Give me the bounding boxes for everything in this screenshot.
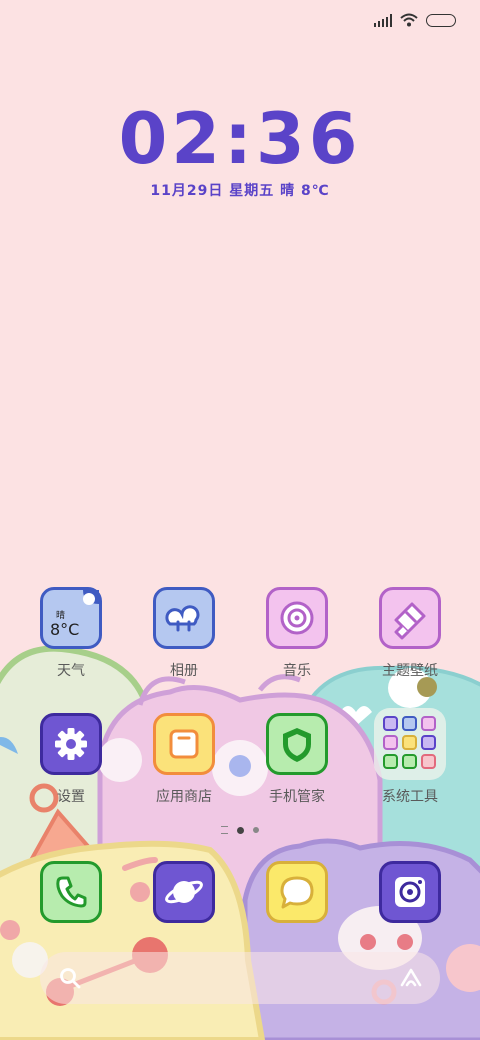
camera-icon (379, 861, 441, 923)
app-label: 应用商店 (156, 789, 212, 805)
signal-icon (374, 13, 392, 27)
clock-date[interactable]: 11月29日 星期五 晴 8℃ (0, 180, 480, 200)
app-music[interactable]: 音乐 (247, 587, 347, 697)
app-label: 手机管家 (269, 789, 325, 805)
app-label: 主题壁纸 (382, 663, 438, 679)
page-indicator[interactable] (0, 826, 480, 834)
app-weather[interactable]: 晴 8°C 天气 (21, 587, 121, 697)
weather-widget-temp: 8°C (50, 620, 80, 639)
folder-system-tools[interactable]: 系统工具 (360, 708, 460, 818)
assistant-icon[interactable] (398, 965, 424, 991)
status-bar (374, 10, 456, 30)
weather-icon: 晴 8°C (40, 587, 102, 649)
page-dot (253, 827, 259, 833)
shield-icon (266, 713, 328, 775)
app-label: 设置 (57, 789, 85, 805)
app-store[interactable]: 应用商店 (134, 713, 234, 823)
app-themes[interactable]: 主题壁纸 (360, 587, 460, 697)
gallery-icon (153, 587, 215, 649)
folder-icon (374, 708, 446, 780)
page-indicator-list-icon (221, 826, 228, 834)
paint-brush-icon (379, 587, 441, 649)
app-label: 系统工具 (382, 789, 438, 805)
page-dot-active (237, 826, 244, 834)
search-icon (60, 968, 81, 989)
app-label: 音乐 (283, 663, 311, 679)
app-settings[interactable]: 设置 (21, 713, 121, 823)
app-security[interactable]: 手机管家 (247, 713, 347, 823)
battery-icon (426, 13, 456, 27)
search-bar[interactable] (40, 952, 440, 1004)
app-label: 天气 (57, 663, 85, 679)
gear-icon (40, 713, 102, 775)
app-gallery[interactable]: 相册 (134, 587, 234, 697)
app-label: 相册 (170, 663, 198, 679)
wifi-icon (400, 13, 418, 27)
music-icon (266, 587, 328, 649)
message-icon (266, 861, 328, 923)
store-bag-icon (153, 713, 215, 775)
planet-icon (153, 861, 215, 923)
clock-time[interactable]: 02:36 (0, 98, 480, 180)
phone-icon (40, 861, 102, 923)
